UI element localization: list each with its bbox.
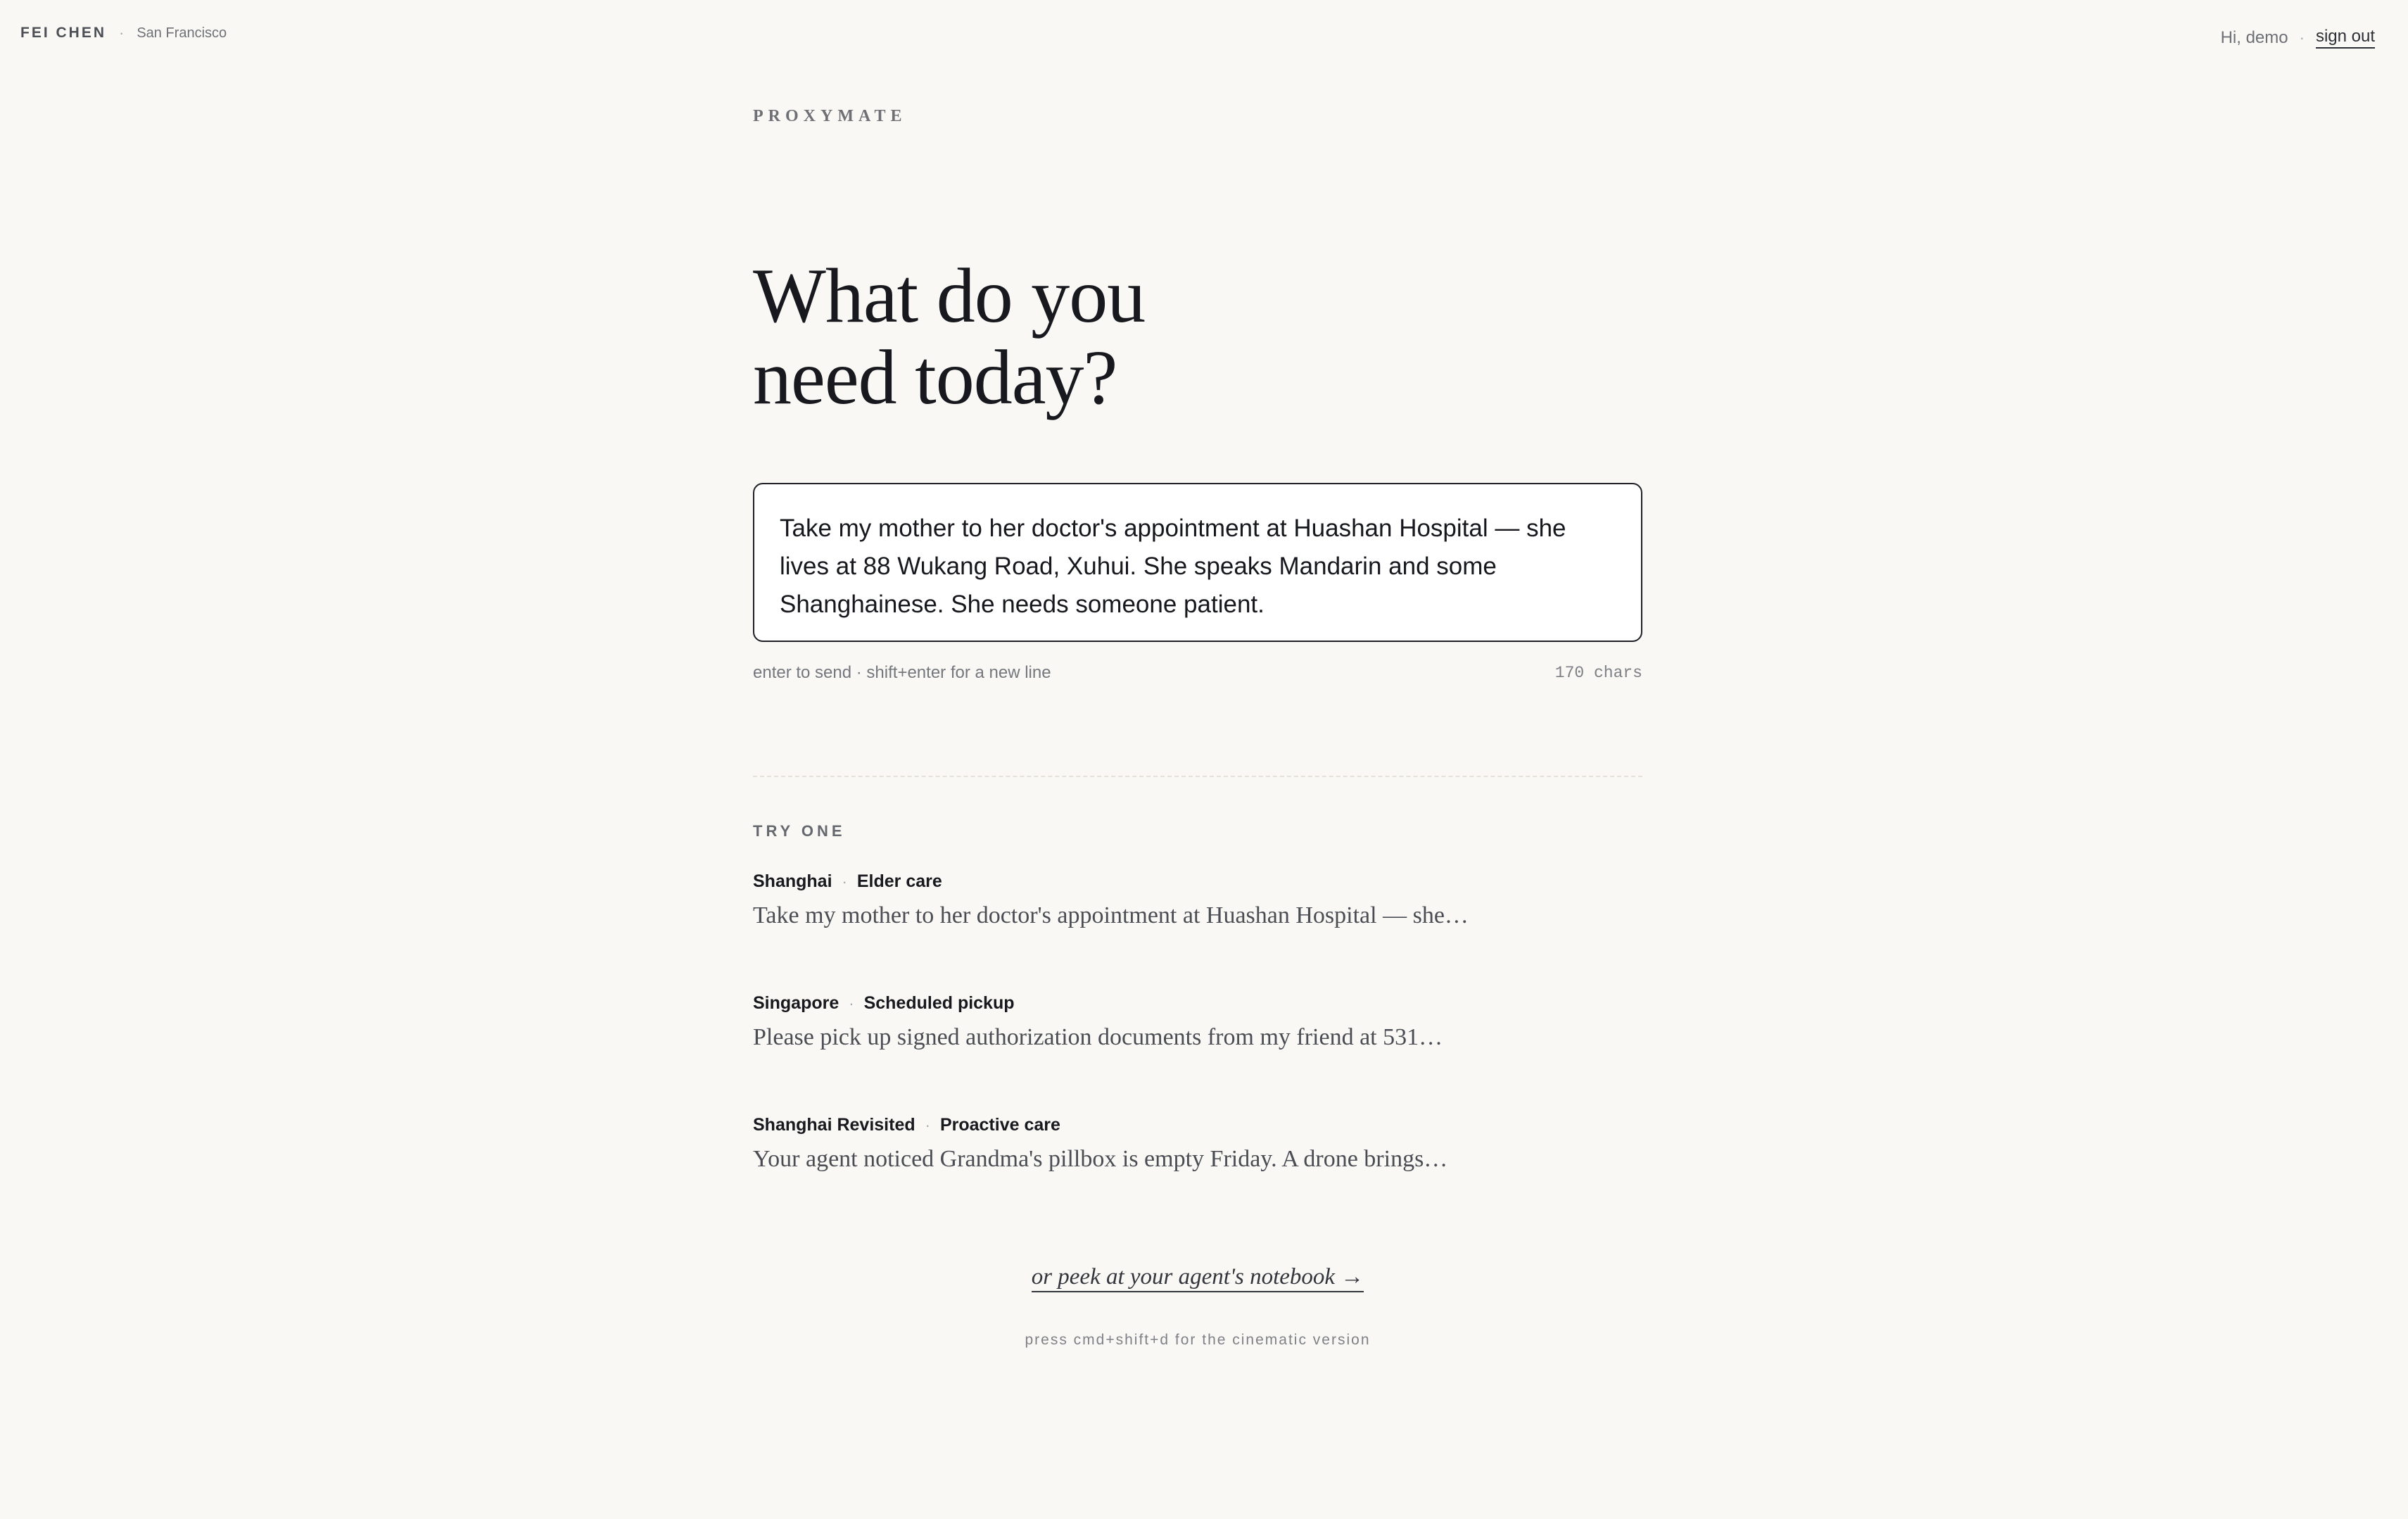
separator-dot: · (119, 24, 125, 42)
prompt-hint: enter to send · shift+enter for a new li… (753, 663, 1051, 682)
separator-dot: · (849, 994, 854, 1012)
separator-dot: · (842, 872, 847, 890)
separator-dot: · (2299, 28, 2305, 46)
try-one-label: TRY ONE (753, 822, 846, 840)
prompt-box (753, 483, 1642, 642)
example-category: Elder care (856, 871, 942, 891)
user-location: San Francisco (137, 25, 227, 41)
example-meta: Singapore · Scheduled pickup (753, 993, 1015, 1014)
example-preview: Take my mother to her doctor's appointme… (753, 902, 1469, 928)
headline-line-1: What do you (753, 253, 1146, 339)
example-item-singapore[interactable]: Singapore · Scheduled pickup Please pick… (753, 993, 1642, 1078)
example-preview: Your agent noticed Grandma's pillbox is … (753, 1146, 1448, 1172)
example-preview: Please pick up signed authorization docu… (753, 1024, 1443, 1050)
topbar-account: Hi, demo · sign out (2221, 27, 2375, 49)
sign-out-link[interactable]: sign out (2315, 27, 2375, 49)
example-category: Scheduled pickup (863, 993, 1015, 1013)
headline-line-2: need today? (753, 334, 1117, 420)
prompt-input[interactable] (780, 510, 1616, 629)
example-meta: Shanghai Revisited · Proactive care (753, 1115, 1060, 1135)
example-item-shanghai-revisited[interactable]: Shanghai Revisited · Proactive care Your… (753, 1115, 1642, 1199)
separator-dot: · (925, 1116, 930, 1134)
example-location: Singapore (753, 993, 839, 1013)
section-divider (753, 776, 1642, 777)
notebook-link-wrapper: or peek at your agent's notebook → (753, 1264, 1642, 1292)
example-location: Shanghai Revisited (753, 1115, 915, 1135)
example-item-shanghai[interactable]: Shanghai · Elder care Take my mother to … (753, 871, 1642, 956)
shortcut-hint: press cmd+shift+d for the cinematic vers… (1025, 1332, 1371, 1348)
example-location: Shanghai (753, 871, 832, 891)
topbar-user-info: FEI CHEN · San Francisco (20, 24, 227, 42)
user-name: FEI CHEN (20, 25, 107, 41)
greeting-text: Hi, demo (2220, 27, 2288, 47)
example-category: Proactive care (939, 1115, 1060, 1135)
agent-notebook-link[interactable]: or peek at your agent's notebook → (1031, 1264, 1364, 1292)
char-counter: 170 chars (1554, 664, 1642, 682)
example-meta: Shanghai · Elder care (753, 871, 942, 892)
page-headline: What do you need today? (753, 253, 1146, 420)
app-wordmark: PROXYMATE (753, 107, 907, 125)
